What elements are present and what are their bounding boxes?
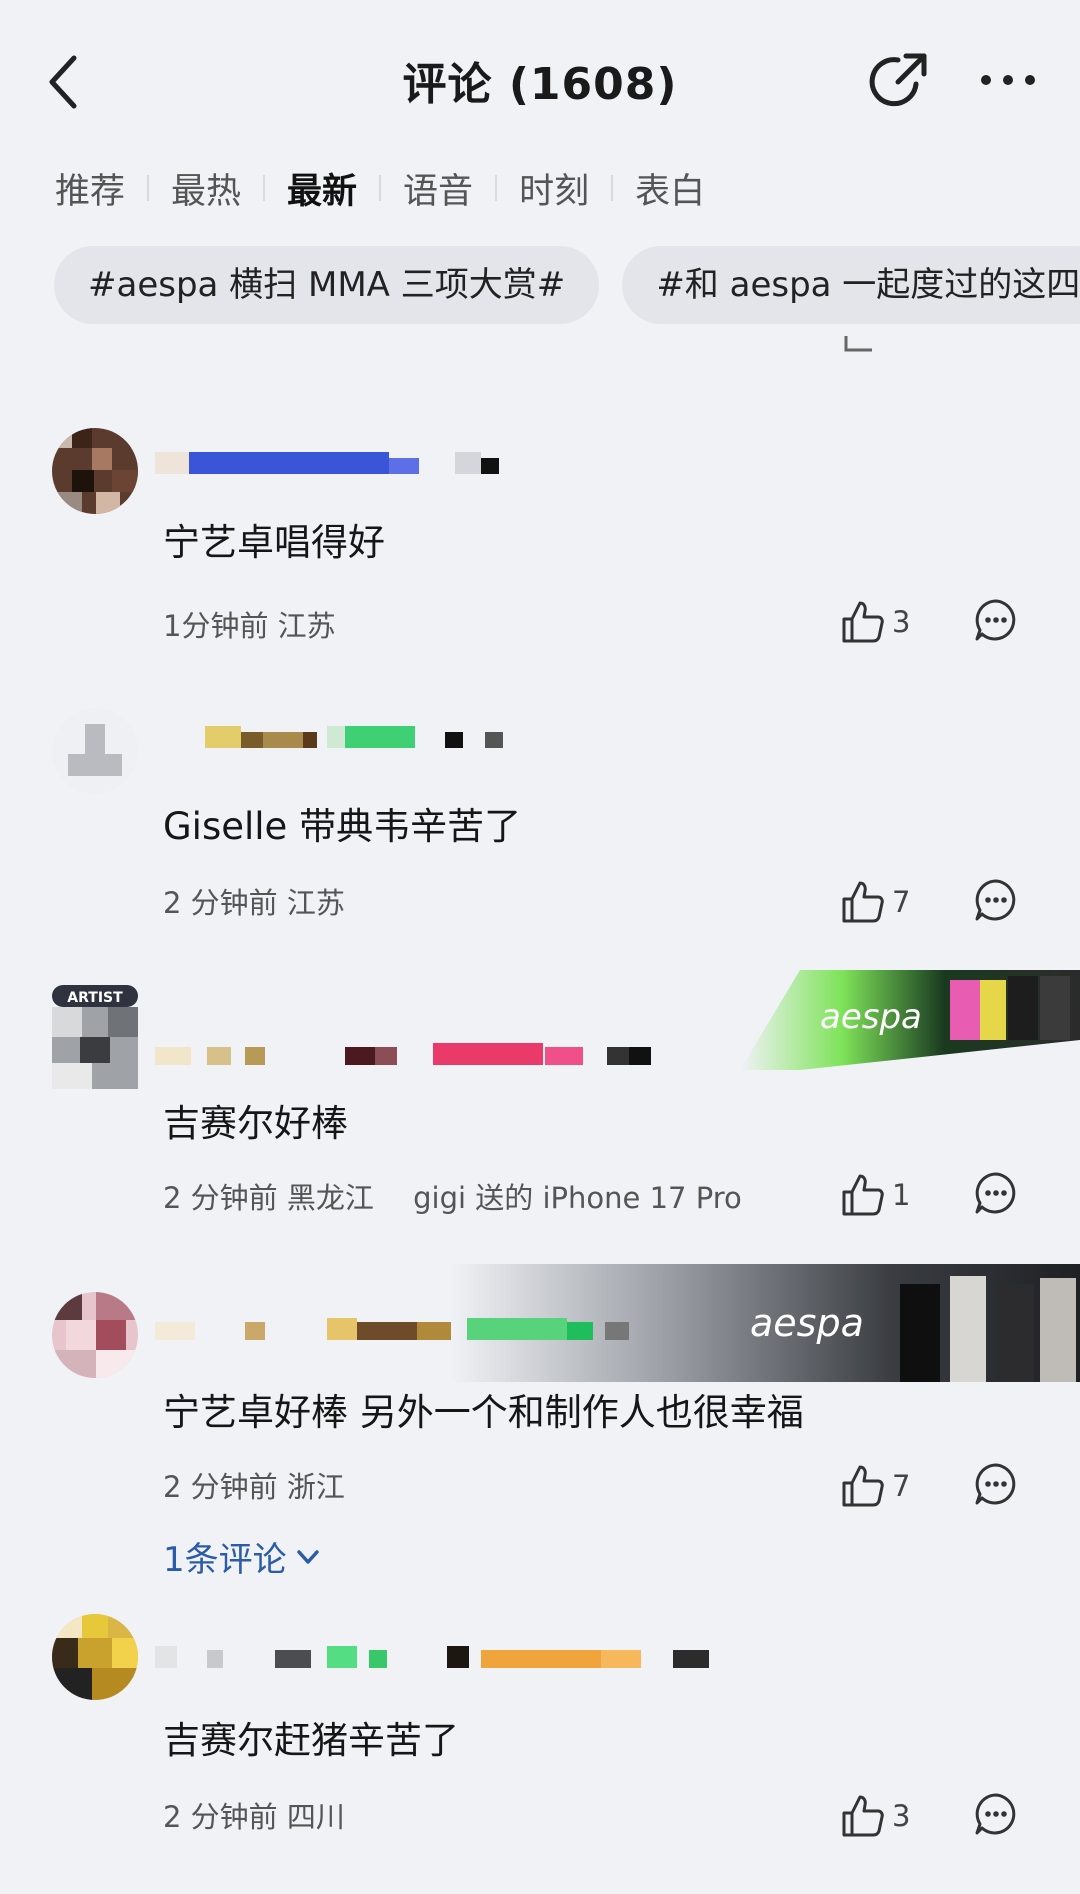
reply-icon[interactable]	[974, 1792, 1018, 1836]
username-blurred[interactable]	[155, 452, 535, 474]
tab-hottest[interactable]: 最热	[171, 163, 241, 214]
avatar[interactable]	[52, 1614, 138, 1700]
avatar[interactable]: ARTIST	[52, 985, 138, 1089]
avatar-default	[68, 724, 122, 776]
tab-voice[interactable]: 语音	[403, 163, 473, 214]
tab-moments[interactable]: 时刻	[519, 163, 589, 214]
like-button[interactable]: 3	[840, 596, 950, 648]
username-blurred[interactable]	[155, 1043, 755, 1065]
like-icon	[842, 1174, 884, 1216]
topic-chip[interactable]: #aespa 横扫 MMA 三项大赏#	[54, 246, 600, 324]
artist-badge: ARTIST	[67, 990, 123, 1006]
comment-meta: 2 分钟前 江苏	[163, 880, 345, 922]
like-icon	[842, 881, 884, 923]
tab-latest[interactable]: 最新	[287, 163, 357, 214]
replies-count: 1条评论	[163, 1540, 287, 1580]
comment-meta: 2 分钟前 浙江	[163, 1464, 345, 1506]
like-count: 7	[892, 885, 911, 919]
top-bar: 评论 (1608)	[0, 0, 1080, 160]
like-icon	[842, 601, 884, 643]
like-count: 7	[892, 1469, 911, 1503]
comment-text: Giselle 带典韦辛苦了	[163, 805, 522, 848]
reply-icon[interactable]	[974, 878, 1018, 922]
avatar-pixelated	[52, 428, 138, 514]
like-icon	[842, 1465, 884, 1507]
reply-icon[interactable]	[974, 1462, 1018, 1506]
tab-divider	[379, 175, 382, 201]
like-count: 3	[892, 605, 911, 639]
comment-location: 江苏	[286, 886, 345, 920]
tab-recommend[interactable]: 推荐	[55, 163, 125, 214]
like-button[interactable]: 3	[840, 1790, 950, 1842]
tab-confession[interactable]: 表白	[635, 163, 705, 214]
comment-location: 浙江	[286, 1470, 345, 1504]
share-icon[interactable]	[868, 48, 932, 112]
comment-time: 2 分钟前	[163, 886, 278, 920]
topic-chip[interactable]: #和 aespa 一起度过的这四	[622, 246, 1080, 324]
avatar-artist: ARTIST	[52, 985, 138, 1089]
comment-time: 2 分钟前	[163, 1181, 278, 1215]
like-button[interactable]: 7	[840, 1460, 950, 1512]
comment-location: 黑龙江	[286, 1181, 374, 1215]
username-blurred[interactable]	[155, 1318, 715, 1340]
comment-text: 吉赛尔好棒	[163, 1102, 348, 1145]
comment-location: 四川	[286, 1800, 345, 1834]
comment-time: 2 分钟前	[163, 1470, 278, 1504]
tab-divider	[611, 175, 614, 201]
sort-tabs: 推荐 最热 最新 语音 时刻 表白	[55, 160, 705, 216]
comment-text: 宁艺卓唱得好	[163, 521, 385, 564]
view-replies-link[interactable]: 1条评论	[163, 1532, 323, 1581]
like-count: 1	[892, 1178, 911, 1212]
avatar[interactable]	[52, 708, 138, 794]
comment-meta: 2 分钟前 黑龙江 gigi 送的 iPhone 17 Pro	[163, 1175, 742, 1217]
chevron-down-icon	[296, 1549, 319, 1564]
username-blurred[interactable]	[155, 1646, 775, 1668]
comment-location: 江苏	[277, 609, 336, 643]
avatar-pixelated	[52, 1292, 138, 1378]
reply-icon[interactable]	[974, 1171, 1018, 1215]
like-button[interactable]: 1	[840, 1169, 950, 1221]
comment-time: 1分钟前	[163, 609, 269, 643]
like-count: 3	[892, 1799, 911, 1833]
tab-divider	[147, 175, 150, 201]
reply-icon[interactable]	[974, 598, 1018, 642]
decoration-banner: aespa	[740, 970, 1080, 1070]
comment-meta: 1分钟前 江苏	[163, 603, 336, 645]
username-blurred[interactable]	[155, 726, 535, 748]
comment-device: gigi 送的 iPhone 17 Pro	[413, 1181, 742, 1215]
more-icon[interactable]	[976, 60, 1040, 100]
like-icon	[844, 336, 872, 352]
comment-text: 吉赛尔赶猪辛苦了	[163, 1719, 459, 1762]
comment-time: 2 分钟前	[163, 1800, 278, 1834]
topic-chips: #aespa 横扫 MMA 三项大赏# #和 aespa 一起度过的这四	[54, 246, 1080, 324]
comment-text: 宁艺卓好棒 另外一个和制作人也很幸福	[163, 1391, 804, 1434]
comment-meta: 2 分钟前 四川	[163, 1794, 345, 1836]
like-button[interactable]: 7	[840, 876, 950, 928]
banner-image: aespa	[740, 970, 1080, 1070]
avatar[interactable]	[52, 1292, 138, 1378]
tab-divider	[495, 175, 498, 201]
banner-logo: aespa	[750, 1301, 864, 1345]
banner-logo: aespa	[820, 997, 922, 1037]
avatar-pixelated	[52, 1614, 138, 1700]
like-icon	[842, 1795, 884, 1837]
avatar[interactable]	[52, 428, 138, 514]
tab-divider	[263, 175, 266, 201]
